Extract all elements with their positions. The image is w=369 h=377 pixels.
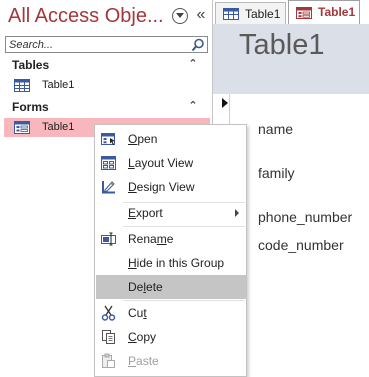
collapse-group-icon[interactable]: ⌃︎ (187, 56, 199, 72)
form-icon (14, 121, 30, 134)
group-label: Forms (12, 100, 49, 114)
menu-item-label: Paste (128, 354, 159, 368)
collapse-pane-icon[interactable]: « (193, 5, 209, 25)
menu-item-copy[interactable]: Copy (96, 325, 246, 349)
rename-icon (101, 232, 116, 246)
group-header-forms[interactable]: Forms ⌃︎ (0, 98, 212, 116)
menu-item-paste[interactable]: Paste (96, 349, 246, 373)
tab-table1-form[interactable]: Table1 (288, 0, 360, 24)
submenu-arrow-icon (235, 209, 239, 217)
collapse-group-icon[interactable]: ⌃︎ (187, 98, 199, 114)
nav-item-table1[interactable]: Table1 (4, 76, 210, 95)
open-form-icon (101, 133, 115, 145)
current-record-arrow-icon (222, 98, 228, 108)
label-rest: opy (136, 330, 157, 344)
document-tabs: Table1 Table1 (213, 0, 369, 24)
layout-view-icon (101, 156, 116, 170)
menu-item-label: Layout View (128, 156, 193, 170)
menu-item-label: Rename (128, 232, 173, 246)
field-label-name: name (258, 121, 294, 137)
scissors-icon (101, 305, 116, 321)
field-label-phone-number: phone_number (258, 209, 353, 225)
label-rest: ayout View (134, 156, 194, 170)
menu-item-layout-view[interactable]: Layout View (96, 151, 246, 175)
table-icon (14, 79, 30, 92)
menu-item-label: Design View (128, 180, 195, 194)
menu-item-cut[interactable]: Cut (96, 301, 246, 325)
menu-item-delete[interactable]: Delete (96, 275, 246, 299)
label-rest: pen (137, 132, 158, 146)
menu-item-open[interactable]: Open (96, 127, 246, 151)
search-input[interactable] (6, 37, 190, 52)
tab-label: Table1 (318, 5, 356, 19)
accel-key: P (128, 354, 137, 368)
field-label-family: family (258, 165, 295, 181)
label-rest: aste (136, 354, 159, 368)
nav-item-label: Table1 (42, 79, 75, 91)
nav-menu-dropdown-icon[interactable] (172, 8, 188, 24)
tab-table1-datasheet[interactable]: Table1 (215, 2, 286, 24)
menu-item-rename[interactable]: Rename (96, 227, 246, 251)
accel-key: t (143, 306, 147, 320)
menu-item-label: Hide in this Group (128, 256, 224, 270)
form-title: Table1 (239, 29, 325, 61)
label-start: Cu (128, 306, 144, 320)
menu-item-hide-in-group[interactable]: Hide in this Group (96, 251, 246, 275)
field-label-code-number: code_number (258, 237, 344, 253)
form-icon (296, 7, 312, 19)
accel-key: H (128, 256, 137, 270)
context-menu: Open Layout View Design View Export Rena… (94, 124, 247, 377)
nav-header: All Access Obje... « (0, 0, 212, 34)
label-start: Rena (128, 232, 157, 246)
accel-key: L (128, 156, 135, 170)
accel-key: E (128, 206, 137, 220)
accel-key: O (128, 132, 138, 146)
menu-item-label: Export (128, 206, 163, 220)
label-rest: e (166, 232, 174, 246)
label-rest: xport (136, 206, 163, 220)
paste-icon (102, 353, 115, 368)
menu-item-label: Cut (128, 306, 147, 320)
label-start: De (128, 280, 144, 294)
design-view-icon (102, 181, 115, 194)
search-icon[interactable] (191, 38, 205, 52)
accel-key: D (128, 180, 137, 194)
nav-item-label: Table1 (42, 121, 75, 133)
table-icon (223, 8, 239, 20)
tab-label: Table1 (245, 7, 281, 21)
group-label: Tables (12, 58, 50, 72)
menu-item-label: Delete (128, 280, 163, 294)
menu-item-label: Copy (128, 330, 156, 344)
accel-key: m (156, 232, 167, 246)
menu-item-label: Open (128, 132, 157, 146)
label-rest: esign View (136, 180, 195, 194)
accel-key: C (128, 330, 137, 344)
nav-search-box (5, 36, 208, 53)
nav-pane-title[interactable]: All Access Obje... (8, 5, 170, 28)
copy-icon (102, 330, 115, 344)
menu-item-export[interactable]: Export (96, 201, 246, 225)
group-header-tables[interactable]: Tables ⌃︎ (0, 56, 212, 74)
form-header: Table1 (213, 24, 369, 94)
label-rest: ete (146, 280, 163, 294)
label-rest: ide in this Group (136, 256, 225, 270)
menu-item-design-view[interactable]: Design View (96, 175, 246, 199)
